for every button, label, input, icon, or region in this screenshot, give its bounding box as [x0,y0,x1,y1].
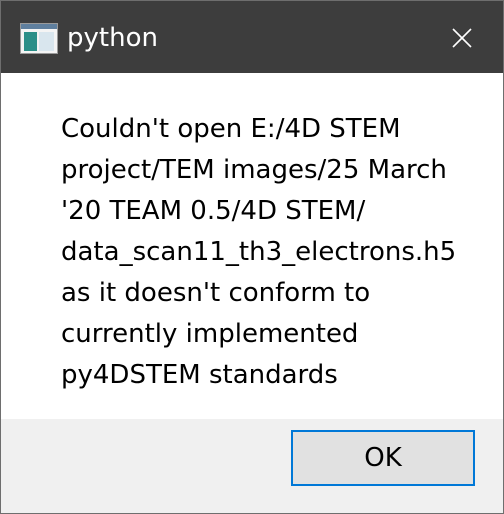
message-line: as it doesn't conform to [61,278,371,308]
close-icon [452,28,472,48]
error-message: Couldn't open E:/4D STEM project/TEM imag… [61,109,481,396]
window-title: python [67,23,158,53]
message-line: data_scan11_th3_electrons.h5 [61,237,457,267]
ok-button[interactable]: OK [291,430,475,486]
message-line: project/TEM images/25 March [61,155,447,185]
close-button[interactable] [435,13,489,63]
app-icon-bar [21,24,57,29]
python-window-icon [20,23,58,54]
app-icon-pane-light [39,32,54,51]
message-line: Couldn't open E:/4D STEM [61,114,401,144]
app-icon-pane [24,32,37,51]
message-line: py4DSTEM standards [61,360,338,390]
title-bar[interactable]: python [1,1,503,73]
message-line: '20 TEAM 0.5/4D STEM/ [61,196,366,226]
message-line: currently implemented [61,319,359,349]
message-dialog: python Couldn't open E:/4D STEM project/T… [0,0,504,514]
button-area: OK [1,419,503,513]
